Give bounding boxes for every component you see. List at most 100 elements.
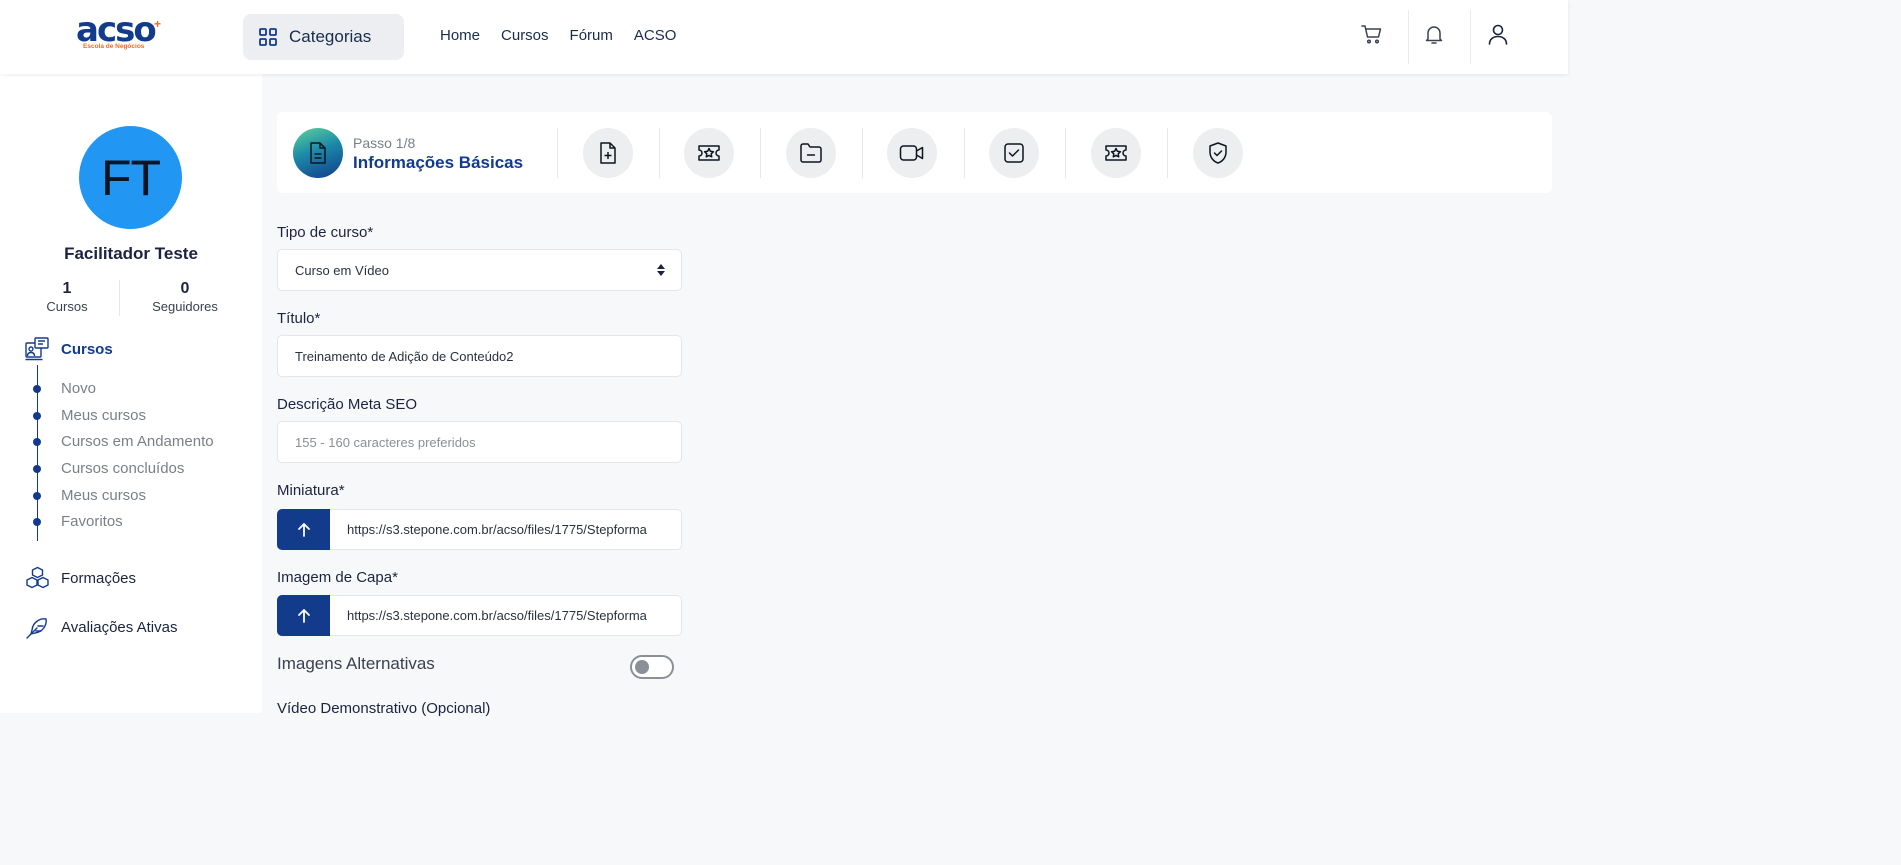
- thumbnail-upload-button[interactable]: [277, 509, 330, 550]
- alt-images-label: Imagens Alternativas: [277, 654, 435, 673]
- step-2[interactable]: [583, 128, 633, 178]
- top-header: acso + Escola de Negócios Categorias Hom…: [0, 0, 1568, 74]
- grid-icon: [259, 28, 277, 46]
- course-type-label: Tipo de curso*: [277, 224, 374, 241]
- cover-image-label: Imagem de Capa*: [277, 569, 398, 586]
- toggle-knob: [635, 660, 649, 674]
- bullet-dot: [33, 464, 41, 473]
- step-3[interactable]: [684, 128, 734, 178]
- step-divider: [557, 128, 558, 178]
- cover-image-upload: https://s3.stepone.com.br/acso/files/177…: [277, 595, 682, 636]
- checkbox-icon: [1003, 142, 1025, 164]
- cart-icon[interactable]: [1360, 22, 1384, 46]
- step-4[interactable]: [786, 128, 836, 178]
- bullet-dot: [33, 411, 41, 420]
- step-divider: [1167, 128, 1168, 178]
- bullet-dot: [33, 491, 41, 500]
- cover-upload-button[interactable]: [277, 595, 330, 636]
- submenu-item-meus-cursos[interactable]: Meus cursos: [33, 407, 146, 424]
- stat-value: 1: [62, 280, 72, 297]
- document-icon: [307, 141, 329, 165]
- header-divider: [1408, 10, 1409, 64]
- acso-logo[interactable]: acso + Escola de Negócios: [76, 10, 166, 56]
- folder-minus-icon: [799, 142, 823, 164]
- logo-accent: +: [154, 17, 162, 31]
- categories-label: Categorias: [289, 27, 372, 46]
- stat-value: 0: [180, 280, 190, 297]
- submenu-label: Favoritos: [61, 513, 123, 530]
- file-plus-icon: [597, 141, 619, 165]
- step-5[interactable]: [887, 128, 937, 178]
- nav-acso[interactable]: ACSO: [634, 27, 677, 44]
- course-stepper: Passo 1/8 Informações Básicas: [277, 112, 1552, 193]
- submenu-label: Novo: [61, 380, 97, 397]
- submenu-item-favoritos[interactable]: Favoritos: [33, 513, 123, 530]
- title-label: Título*: [277, 310, 321, 327]
- sidebar-item-cursos[interactable]: Cursos: [25, 337, 113, 362]
- main-nav: Home Cursos Fórum ACSO: [440, 27, 697, 44]
- submenu-item-meus-cursos-2[interactable]: Meus cursos: [33, 487, 146, 504]
- video-icon: [899, 143, 925, 163]
- cubes-icon: [25, 566, 50, 591]
- feather-icon: [25, 615, 50, 640]
- sidebar: FT Facilitador Teste 1 Cursos 0 Seguidor…: [0, 74, 262, 713]
- step-counter: Passo 1/8: [353, 135, 416, 151]
- bullet-dot: [33, 437, 41, 446]
- ticket-star-icon: [1104, 142, 1128, 164]
- avatar[interactable]: FT: [79, 126, 182, 229]
- submenu-label: Meus cursos: [61, 487, 147, 504]
- cover-url-field[interactable]: https://s3.stepone.com.br/acso/files/177…: [330, 595, 682, 636]
- arrow-up-icon: [296, 608, 312, 624]
- user-icon[interactable]: [1486, 22, 1510, 46]
- nav-forum[interactable]: Fórum: [570, 27, 613, 44]
- ticket-star-icon: [697, 142, 721, 164]
- title-input[interactable]: Treinamento de Adição de Conteúdo2: [277, 335, 682, 377]
- seo-description-input[interactable]: 155 - 160 caracteres preferidos: [277, 421, 682, 463]
- sidebar-item-label: Avaliações Ativas: [61, 619, 178, 636]
- course-board-icon: [25, 337, 50, 362]
- stat-label: Seguidores: [152, 299, 218, 314]
- avatar-initials: FT: [100, 149, 161, 206]
- stat-courses: 1 Cursos: [37, 280, 97, 314]
- arrow-up-icon: [296, 522, 312, 538]
- thumbnail-url-field[interactable]: https://s3.stepone.com.br/acso/files/177…: [330, 509, 682, 550]
- step-divider: [1065, 128, 1066, 178]
- nav-home[interactable]: Home: [440, 27, 480, 44]
- sidebar-item-label: Cursos: [61, 341, 113, 358]
- submenu-item-novo[interactable]: Novo: [33, 380, 96, 397]
- logo-subtitle: Escola de Negócios: [83, 43, 145, 50]
- select-arrows-icon: [657, 264, 665, 276]
- submenu-label: Cursos concluídos: [61, 460, 185, 477]
- categories-button[interactable]: Categorias: [243, 14, 404, 60]
- sidebar-item-label: Formações: [61, 570, 137, 587]
- step-title: Informações Básicas: [353, 153, 524, 172]
- thumbnail-label: Miniatura*: [277, 482, 345, 499]
- submenu-label: Meus cursos: [61, 407, 147, 424]
- step-1-active[interactable]: [293, 128, 343, 178]
- stat-divider: [119, 280, 120, 316]
- step-6[interactable]: [989, 128, 1039, 178]
- shield-check-icon: [1207, 141, 1229, 165]
- nav-cursos[interactable]: Cursos: [501, 27, 549, 44]
- sidebar-item-avaliacoes[interactable]: Avaliações Ativas: [25, 615, 177, 640]
- step-8[interactable]: [1193, 128, 1243, 178]
- step-divider: [760, 128, 761, 178]
- course-type-select[interactable]: Curso em Vídeo: [277, 249, 682, 291]
- title-value: Treinamento de Adição de Conteúdo2: [295, 348, 514, 364]
- bell-icon[interactable]: [1422, 22, 1446, 46]
- stat-followers: 0 Seguidores: [140, 280, 230, 314]
- bullet-dot: [33, 517, 41, 526]
- submenu-item-concluidos[interactable]: Cursos concluídos: [33, 460, 184, 477]
- submenu-item-em-andamento[interactable]: Cursos em Andamento: [33, 433, 214, 450]
- step-divider: [964, 128, 965, 178]
- course-type-value: Curso em Vídeo: [295, 262, 389, 278]
- step-divider: [862, 128, 863, 178]
- stat-label: Cursos: [46, 299, 88, 314]
- bullet-dot: [33, 384, 41, 393]
- step-7[interactable]: [1091, 128, 1141, 178]
- seo-placeholder: 155 - 160 caracteres preferidos: [295, 434, 476, 450]
- alt-images-toggle[interactable]: [630, 655, 674, 679]
- step-divider: [659, 128, 660, 178]
- sidebar-item-formacoes[interactable]: Formações: [25, 566, 136, 591]
- user-name: Facilitador Teste: [64, 244, 198, 263]
